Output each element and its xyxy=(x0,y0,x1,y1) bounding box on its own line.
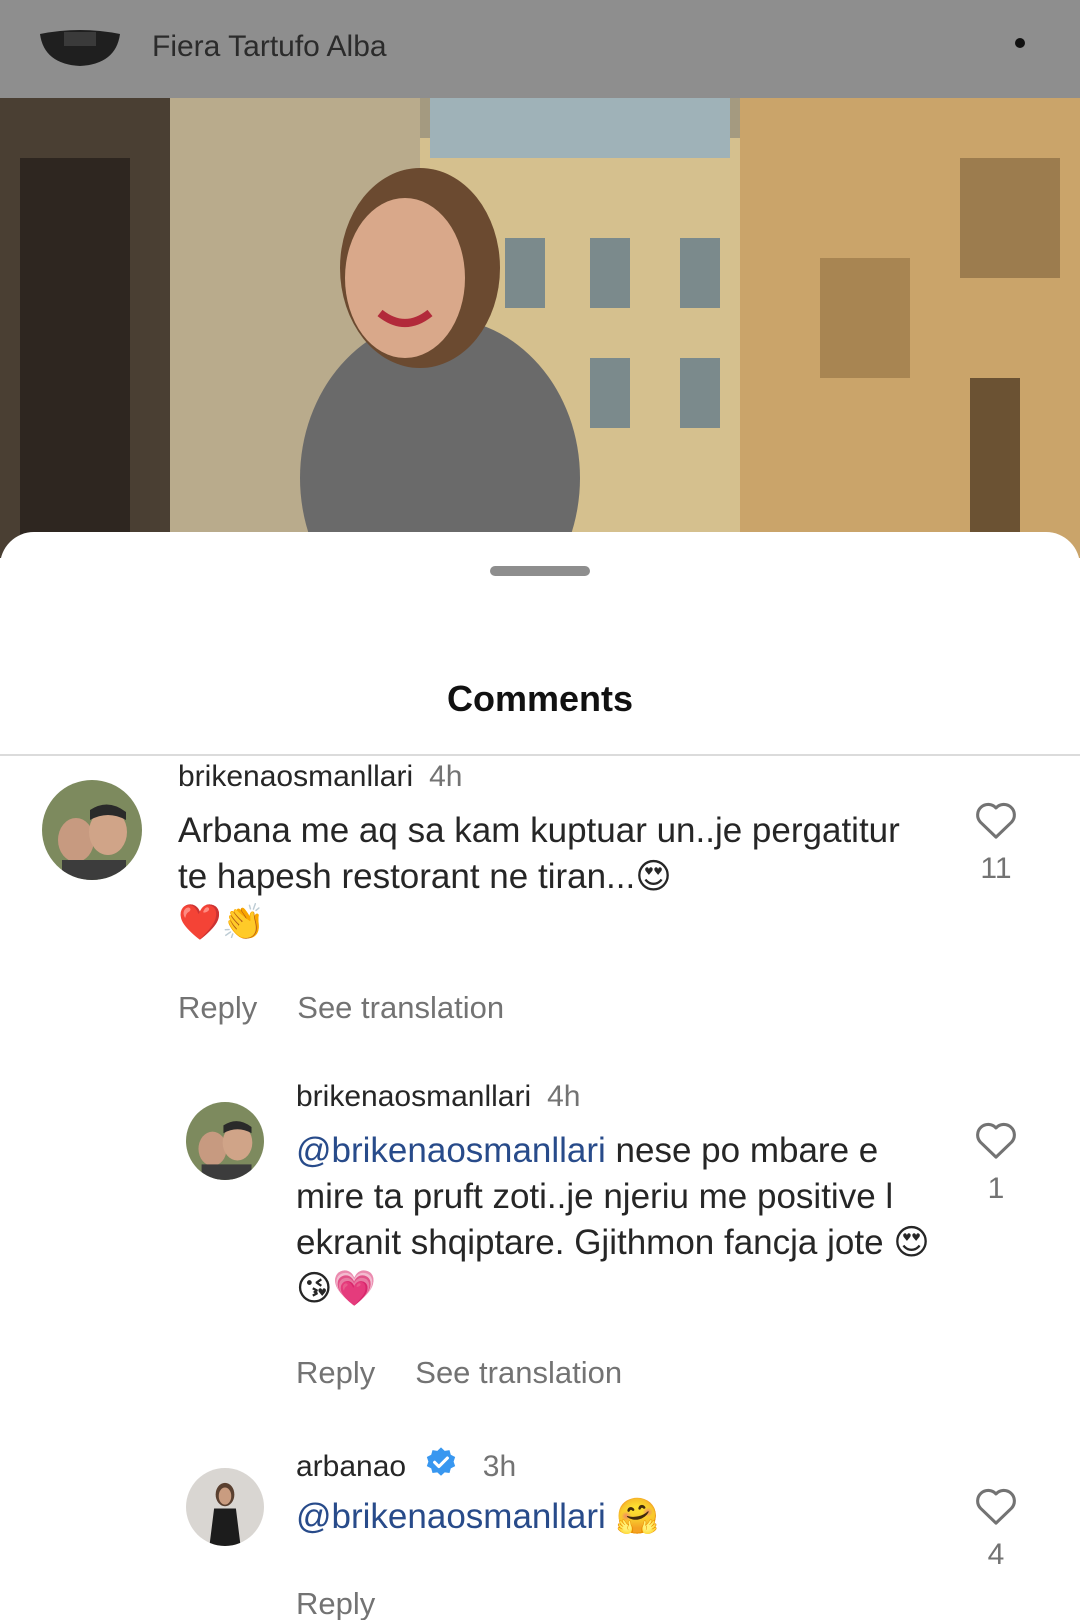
like-count: 4 xyxy=(987,1538,1005,1571)
comment-username[interactable]: brikenaosmanllari xyxy=(296,1080,531,1113)
comment-body: Arbana me aq sa kam kuptuar un..je perga… xyxy=(178,811,900,896)
comment-actions: Reply See translation xyxy=(296,1355,662,1391)
comment-text: @brikenaosmanllari nese po mbare e mire … xyxy=(296,1128,936,1312)
see-translation-button[interactable]: See translation xyxy=(415,1355,622,1391)
reply-button[interactable]: Reply xyxy=(296,1586,375,1620)
like-control: 4 xyxy=(971,1484,1021,1572)
drag-handle[interactable] xyxy=(490,566,590,576)
reply-button[interactable]: Reply xyxy=(296,1355,375,1391)
like-count: 11 xyxy=(980,852,1012,885)
heart-icon[interactable] xyxy=(973,798,1019,840)
comment-text: Arbana me aq sa kam kuptuar un..je perga… xyxy=(178,808,938,946)
comment-meta: brikenaosmanllari 4h xyxy=(296,1080,580,1114)
post-header: Fiera Tartufo Alba xyxy=(0,0,1080,98)
comment-username[interactable]: arbanao xyxy=(296,1450,406,1483)
comment-meta: brikenaosmanllari 4h xyxy=(178,760,462,794)
like-control: 11 xyxy=(971,798,1021,886)
comment-actions: Reply xyxy=(296,1586,415,1620)
post-photo xyxy=(0,98,1080,558)
avatar[interactable] xyxy=(186,1468,264,1546)
comment-meta: arbanao 3h xyxy=(296,1446,516,1484)
comment-emoji: 😍 xyxy=(635,857,672,897)
more-options-icon[interactable] xyxy=(1015,38,1025,48)
comment-text: @brikenaosmanllari 🤗 xyxy=(296,1494,936,1540)
avatar[interactable] xyxy=(42,780,142,880)
comment-time: 4h xyxy=(547,1080,581,1113)
avatar[interactable] xyxy=(186,1102,264,1180)
heart-icon[interactable] xyxy=(973,1484,1019,1526)
verified-badge-icon xyxy=(427,1447,456,1476)
comment-time: 4h xyxy=(429,760,463,793)
comment-actions: Reply See translation xyxy=(178,990,544,1026)
comment-mention[interactable]: @brikenaosmanllari xyxy=(296,1131,606,1170)
like-control: 1 xyxy=(971,1118,1021,1206)
post-account-name[interactable]: Fiera Tartufo Alba xyxy=(152,30,387,64)
comment-time: 3h xyxy=(482,1450,517,1483)
see-translation-button[interactable]: See translation xyxy=(297,990,504,1026)
comment-mention[interactable]: @brikenaosmanllari xyxy=(296,1497,606,1536)
like-count: 1 xyxy=(987,1172,1005,1205)
comment-emoji-line: ❤️👏 xyxy=(178,903,266,943)
comments-sheet: Comments xyxy=(0,532,1080,1620)
comment-emoji: 🤗 xyxy=(615,1497,660,1537)
reply-button[interactable]: Reply xyxy=(178,990,257,1026)
heart-icon[interactable] xyxy=(973,1118,1019,1160)
divider xyxy=(0,754,1080,756)
profile-avatar-icon[interactable] xyxy=(38,28,122,68)
comment-username[interactable]: brikenaosmanllari xyxy=(178,760,413,793)
sheet-title: Comments xyxy=(446,678,634,719)
